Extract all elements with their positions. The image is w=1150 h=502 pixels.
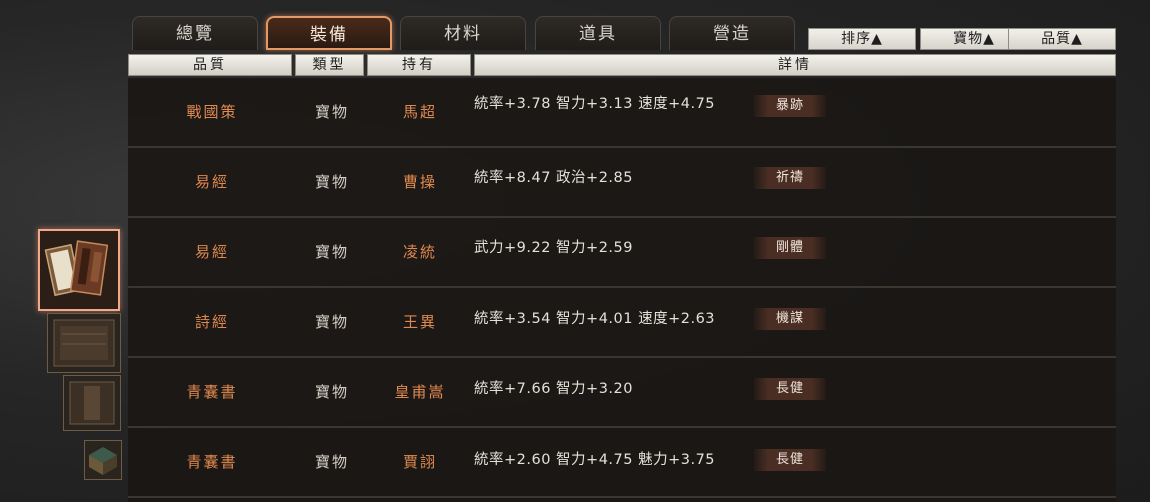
chest-thumbnail[interactable] <box>84 440 122 480</box>
tab-construction[interactable]: 營造 <box>669 16 795 50</box>
book-icon <box>69 381 115 425</box>
column-header-type[interactable]: 類型 <box>295 54 364 76</box>
book-icon <box>40 231 118 309</box>
item-owner: 賈詡 <box>402 453 437 471</box>
item-type: 寶物 <box>314 383 349 401</box>
skill-badge: 剛體 <box>754 237 826 259</box>
sort-order-button[interactable]: 排序▲ <box>808 28 916 50</box>
tab-equipment[interactable]: 裝備 <box>266 16 392 50</box>
item-owner: 凌統 <box>402 243 437 261</box>
skill-badge: 機謀 <box>754 308 826 330</box>
item-name: 青囊書 <box>186 383 238 401</box>
item-name: 青囊書 <box>186 453 238 471</box>
item-owner: 馬超 <box>402 103 437 121</box>
column-header-quality[interactable]: 品質 <box>128 54 292 76</box>
table-row[interactable]: 易經 寶物 曹操 統率+8.47 政治+2.85 祈禱 <box>128 148 1116 218</box>
skill-badge: 祈禱 <box>754 167 826 189</box>
item-name: 詩經 <box>194 313 229 331</box>
item-name: 戰國策 <box>186 103 238 121</box>
item-type: 寶物 <box>314 243 349 261</box>
book-thumbnail-selected[interactable] <box>38 229 120 311</box>
book-thumbnail[interactable] <box>47 313 121 373</box>
item-name: 易經 <box>194 243 229 261</box>
table-row[interactable]: 詩經 寶物 王異 統率+3.54 智力+4.01 速度+2.63 機謀 <box>128 288 1116 358</box>
item-owner: 曹操 <box>402 173 437 191</box>
item-stats: 統率+3.54 智力+4.01 速度+2.63 <box>474 311 716 327</box>
skill-badge: 長健 <box>754 378 826 400</box>
item-type: 寶物 <box>314 103 349 121</box>
table-row[interactable]: 青囊書 寶物 皇甫嵩 統率+7.66 智力+3.20 長健 <box>128 358 1116 428</box>
item-stats: 統率+2.60 智力+4.75 魅力+3.75 <box>474 452 716 468</box>
column-header-owner[interactable]: 持有 <box>367 54 471 76</box>
item-stats: 統率+3.78 智力+3.13 速度+4.75 <box>474 96 716 112</box>
item-name: 易經 <box>194 173 229 191</box>
item-type: 寶物 <box>314 313 349 331</box>
item-stats: 統率+8.47 政治+2.85 <box>474 170 633 186</box>
filter-quality-button[interactable]: 品質▲ <box>1008 28 1116 50</box>
tab-overview[interactable]: 總覽 <box>132 16 258 50</box>
item-owner: 皇甫嵩 <box>394 383 446 401</box>
table-row[interactable]: 易經 寶物 凌統 武力+9.22 智力+2.59 剛體 <box>128 218 1116 288</box>
skill-badge: 長健 <box>754 449 826 471</box>
skill-badge: 暴跡 <box>754 95 826 117</box>
item-type: 寶物 <box>314 173 349 191</box>
item-stats: 統率+7.66 智力+3.20 <box>474 381 633 397</box>
item-type: 寶物 <box>314 453 349 471</box>
book-thumbnail[interactable] <box>63 375 121 431</box>
table-row[interactable]: 戰國策 寶物 馬超 統率+3.78 智力+3.13 速度+4.75 暴跡 <box>128 78 1116 148</box>
tab-items[interactable]: 道具 <box>535 16 661 50</box>
item-owner: 王異 <box>402 313 437 331</box>
chest-icon <box>89 447 117 475</box>
tab-materials[interactable]: 材料 <box>400 16 526 50</box>
book-icon <box>53 319 115 367</box>
table-row[interactable]: 青囊書 寶物 賈詡 統率+2.60 智力+4.75 魅力+3.75 長健 <box>128 428 1116 498</box>
item-stats: 武力+9.22 智力+2.59 <box>474 240 633 256</box>
